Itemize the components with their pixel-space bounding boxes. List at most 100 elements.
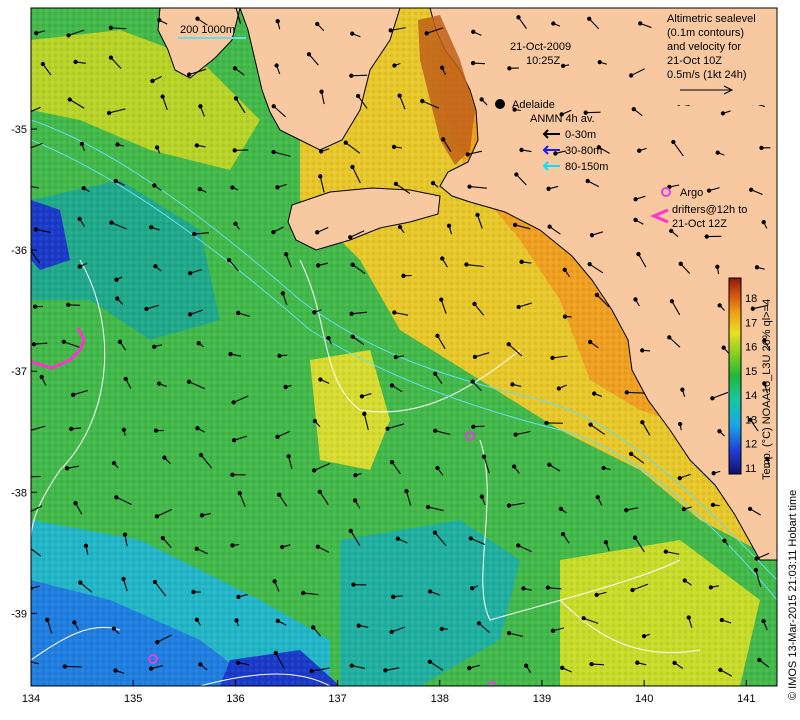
velocity-arrow-head xyxy=(186,379,192,384)
velocity-arrow-head xyxy=(22,475,25,478)
velocity-arrow-head xyxy=(389,383,395,388)
velocity-arrow-head xyxy=(710,396,715,401)
velocity-arrow-head xyxy=(467,665,472,671)
velocity-arrow-head xyxy=(40,61,46,67)
altimetry-line: and velocity for xyxy=(667,41,741,53)
velocity-arrow-head xyxy=(271,230,276,235)
velocity-arrow-head xyxy=(157,381,162,386)
velocity-arrow-head xyxy=(603,540,609,545)
sst-map: 200 1000m 21-Oct-2009 10:25Z Altimetric … xyxy=(11,7,799,705)
velocity-arrow-head xyxy=(72,620,77,625)
velocity-arrow-head xyxy=(711,471,716,476)
velocity-arrow-head xyxy=(33,227,39,232)
velocity-arrow-head xyxy=(77,216,82,222)
velocity-arrow-head xyxy=(232,148,237,153)
velocity-arrow-head xyxy=(349,73,354,78)
velocity-arrow-head xyxy=(389,459,395,465)
velocity-arrow-head xyxy=(351,582,356,587)
velocity-arrow-head xyxy=(547,462,552,467)
velocity-arrow-head xyxy=(516,304,521,310)
velocity-arrow-head xyxy=(393,181,399,187)
velocity-arrow-head xyxy=(401,273,406,278)
velocity-arrow-head xyxy=(275,618,281,624)
velocity-arrow-head xyxy=(280,544,285,550)
velocity-arrow-head xyxy=(153,428,159,433)
velocity-arrow-head xyxy=(186,72,192,77)
velocity-arrow-head xyxy=(306,52,312,57)
velocity-arrow-head xyxy=(311,625,316,630)
velocity-arrow-head xyxy=(761,618,766,624)
velocity-arrow-head xyxy=(283,384,288,390)
velocity-arrow-head xyxy=(680,387,685,392)
altimetry-line: 0.5m/s (1kt 24h) xyxy=(667,69,746,81)
velocity-arrow-head xyxy=(113,668,118,673)
velocity-arrow-head xyxy=(513,432,518,437)
velocity-arrow-head xyxy=(236,310,241,316)
velocity-arrow-head xyxy=(194,617,200,622)
x-tick-label: 138 xyxy=(431,693,449,705)
velocity-arrow-head xyxy=(439,65,445,70)
velocity-arrow-head xyxy=(475,212,480,218)
velocity-arrow-head xyxy=(754,556,759,561)
map-date: 21-Oct-2009 xyxy=(510,41,571,53)
colorbar xyxy=(728,277,742,475)
velocity-arrow-head xyxy=(237,491,242,496)
drifter-legend-line: 21-Oct 12Z xyxy=(672,218,727,230)
velocity-arrow-head xyxy=(230,543,235,548)
velocity-arrow-head xyxy=(352,498,358,503)
velocity-arrow-head xyxy=(512,222,518,228)
velocity-arrow-head xyxy=(144,306,149,312)
velocity-arrow-head xyxy=(519,147,524,153)
velocity-arrow-head xyxy=(274,63,279,68)
colorbar-tick-label: 16 xyxy=(745,342,757,354)
velocity-arrow-head xyxy=(155,640,160,645)
velocity-arrow-head xyxy=(397,224,403,230)
velocity-arrow-head xyxy=(669,299,675,304)
velocity-arrow-head xyxy=(506,503,512,508)
velocity-arrow-head xyxy=(681,506,687,512)
velocity-arrow-head xyxy=(464,262,469,267)
velocity-arrow-head xyxy=(589,233,595,238)
velocity-arrow-head xyxy=(753,567,759,573)
x-tick-label: 135 xyxy=(124,693,142,705)
velocity-arrow-head xyxy=(588,339,593,345)
velocity-arrow-head xyxy=(404,489,409,494)
velocity-arrow-head xyxy=(750,306,755,311)
velocity-arrow-head xyxy=(432,530,438,535)
velocity-arrow-head xyxy=(154,514,160,519)
velocity-arrow-head xyxy=(196,341,201,346)
velocity-arrow-head xyxy=(108,25,114,30)
velocity-arrow-head xyxy=(560,665,565,670)
velocity-arrow-head xyxy=(465,152,470,157)
velocity-arrow-head xyxy=(516,15,521,20)
velocity-arrow-head xyxy=(66,33,71,38)
velocity-arrow-head xyxy=(318,149,324,154)
velocity-arrow-head xyxy=(562,267,567,272)
anmn-legend-title: ANMN 4h av. xyxy=(530,113,595,125)
velocity-arrow-head xyxy=(467,184,472,189)
velocity-arrow-head xyxy=(69,426,74,432)
velocity-arrow-head xyxy=(553,151,558,156)
velocity-arrow-head xyxy=(393,355,399,360)
velocity-arrow-head xyxy=(420,98,425,104)
velocity-arrow-head xyxy=(197,186,202,192)
velocity-arrow-head xyxy=(318,174,323,179)
velocity-arrow-head xyxy=(271,104,276,109)
y-tick-label: -38 xyxy=(11,487,27,499)
velocity-arrow-head xyxy=(427,589,433,594)
velocity-arrow-head xyxy=(441,137,446,142)
velocity-arrow-head xyxy=(152,579,158,585)
velocity-arrow-head xyxy=(160,535,166,541)
velocity-arrow-head xyxy=(545,585,550,590)
velocity-arrow-head xyxy=(633,217,638,223)
velocity-arrow-head xyxy=(630,587,635,593)
velocity-arrow-head xyxy=(228,351,233,357)
velocity-arrow-head xyxy=(350,262,355,267)
velocity-arrow-head xyxy=(236,660,241,665)
velocity-arrow-head xyxy=(589,661,594,667)
velocity-arrow-head xyxy=(283,252,289,257)
velocity-arrow-head xyxy=(388,28,393,33)
x-tick-label: 139 xyxy=(533,693,551,705)
velocity-arrow-head xyxy=(312,419,318,424)
velocity-arrow-head xyxy=(349,311,354,316)
